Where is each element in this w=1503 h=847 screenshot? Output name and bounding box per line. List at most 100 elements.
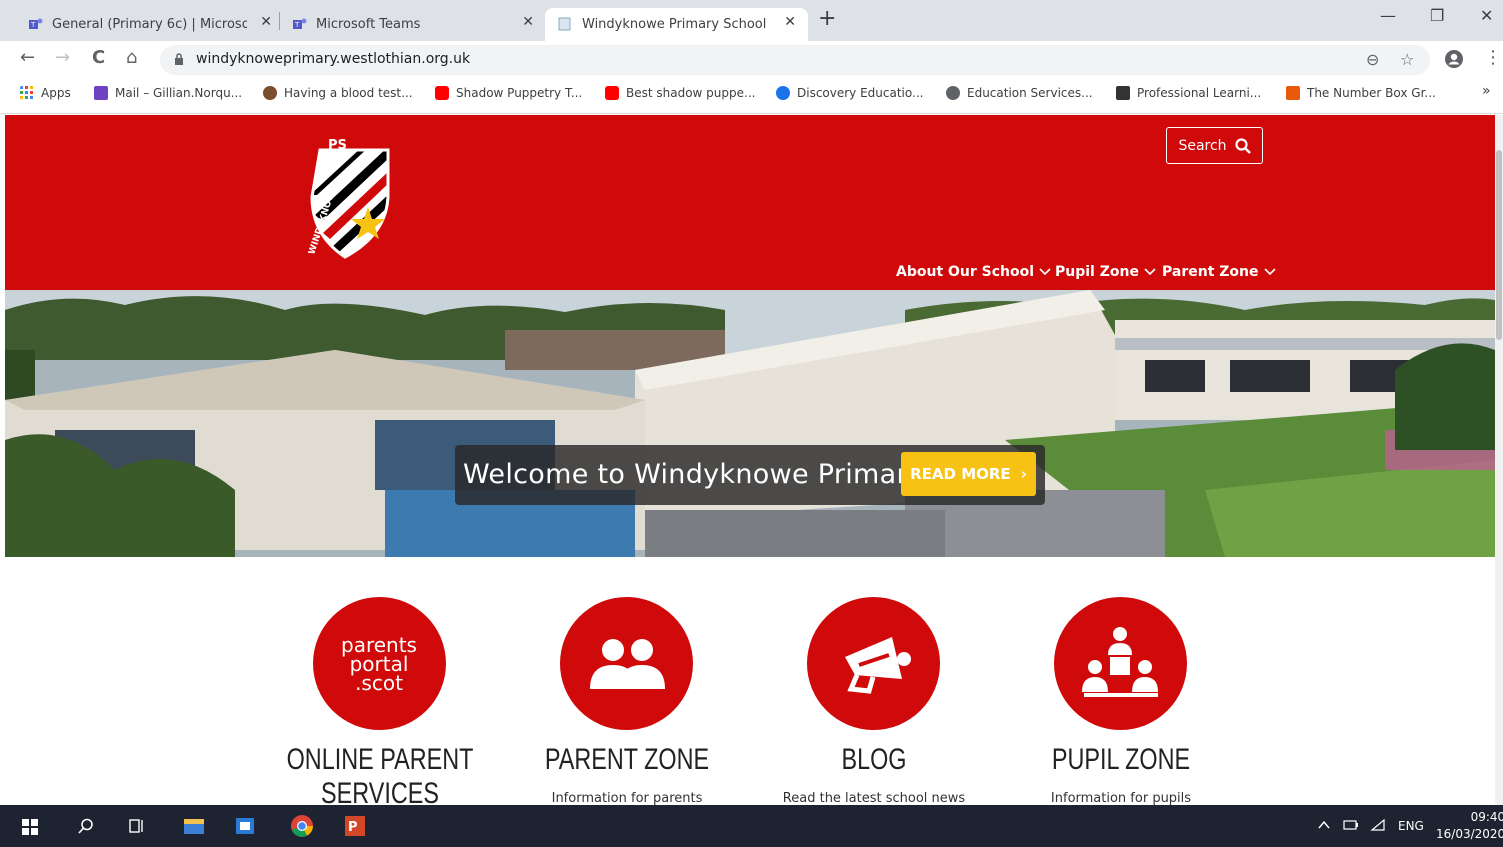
chevron-up-icon[interactable] (1318, 820, 1330, 830)
bookmark-discovery-education[interactable]: Discovery Educatio... (776, 86, 923, 100)
language-indicator[interactable]: ENG (1398, 819, 1424, 833)
chevron-right-icon: › (1020, 465, 1027, 483)
task-view-icon[interactable] (129, 818, 145, 834)
apps-grid-icon (20, 86, 33, 99)
tab-title: General (Primary 6c) | Microsoft T (52, 17, 247, 32)
close-tab-icon[interactable]: ✕ (522, 14, 534, 30)
pupil-zone-subtitle: Information for pupils (1050, 791, 1192, 805)
restore-button[interactable]: ❐ (1430, 6, 1444, 25)
close-tab-icon[interactable]: ✕ (260, 14, 272, 30)
browser-tab-strip: T General (Primary 6c) | Microsoft T ✕ T… (0, 0, 1503, 41)
tab-separator (279, 12, 280, 30)
bookmark-label: Education Services... (967, 86, 1093, 100)
bookmark-label: Shadow Puppetry T... (456, 86, 583, 100)
file-explorer-icon[interactable] (183, 816, 205, 836)
bookmark-mail[interactable]: Mail – Gillian.Norqu... (94, 86, 242, 100)
blog-title[interactable]: BLOG (773, 743, 976, 777)
close-tab-icon[interactable]: ✕ (784, 14, 796, 30)
youtube-icon (605, 86, 619, 100)
parent-zone-subtitle: Information for parents (551, 791, 703, 805)
profile-icon[interactable] (1444, 49, 1464, 69)
bookmarks-overflow-button[interactable]: » (1482, 83, 1491, 99)
tab-windyknowe-primary[interactable]: Windyknowe Primary School ✕ (545, 8, 808, 41)
classroom-icon (1082, 627, 1158, 697)
search-icon[interactable] (78, 818, 94, 834)
app-icon[interactable] (234, 816, 256, 836)
bookmark-apps[interactable]: Apps (20, 86, 71, 100)
bookmark-shadow-puppetry[interactable]: Shadow Puppetry T... (435, 86, 582, 100)
parent-zone-link[interactable] (560, 597, 693, 730)
minimize-button[interactable]: — (1380, 6, 1396, 25)
clock[interactable]: 09:40 16/03/2020 (1436, 809, 1503, 843)
number-box-icon (1286, 86, 1300, 100)
bookmark-label: Apps (41, 86, 71, 100)
teams-icon: T (29, 18, 43, 29)
search-icon (1234, 137, 1251, 154)
nav-parent-zone[interactable]: Parent Zone (1162, 264, 1277, 280)
address-bar[interactable]: windyknoweprimary.westlothian.org.uk ⊖ ☆ (160, 45, 1430, 75)
bookmark-label: Mail – Gillian.Norqu... (115, 86, 243, 100)
blood-test-icon (263, 86, 277, 100)
school-building-photo (5, 290, 1495, 557)
forward-button[interactable]: → (55, 47, 70, 68)
tab-teams-general[interactable]: T General (Primary 6c) | Microsoft T ✕ (26, 8, 276, 41)
zoom-icon[interactable]: ⊖ (1366, 50, 1379, 69)
url-text[interactable]: windyknoweprimary.westlothian.org.uk (196, 51, 470, 67)
reload-button[interactable]: C (92, 47, 105, 68)
parents-icon (590, 639, 665, 689)
bookmark-best-shadow-puppets[interactable]: Best shadow puppe... (605, 86, 755, 100)
chrome-icon[interactable] (290, 814, 314, 838)
chevron-down-icon (1144, 268, 1156, 276)
wifi-icon[interactable] (1370, 818, 1386, 832)
new-tab-button[interactable]: + (818, 6, 836, 31)
bookmark-label: Professional Learni... (1137, 86, 1262, 100)
megaphone-icon (845, 637, 911, 694)
globe-icon (776, 86, 790, 100)
school-logo[interactable]: PS WINDYKNOWE (290, 135, 390, 260)
pupil-zone-link[interactable] (1054, 597, 1187, 730)
welcome-text: Welcome to Windyknowe Primary (463, 459, 925, 490)
powerpoint-icon[interactable]: P (343, 814, 367, 838)
svg-text:P: P (348, 820, 358, 835)
online-parent-services-link[interactable]: parents portal .scot (313, 597, 446, 730)
bookmark-label: Best shadow puppe... (626, 86, 756, 100)
scrollbar-thumb[interactable] (1496, 150, 1502, 340)
close-window-button[interactable]: ✕ (1480, 6, 1493, 25)
bookmark-label: The Number Box Gr... (1307, 86, 1436, 100)
menu-icon[interactable]: ⋮ (1484, 47, 1502, 68)
online-parent-services-title[interactable]: ONLINE PARENT SERVICES (279, 743, 482, 805)
read-more-button[interactable]: READ MORE › (901, 452, 1036, 496)
browser-toolbar: ← → C ⌂ windyknoweprimary.westlothian.or… (0, 41, 1503, 78)
search-button[interactable]: Search (1166, 127, 1263, 164)
svg-text:.scot: .scot (355, 671, 403, 695)
bookmark-label: Discovery Educatio... (797, 86, 924, 100)
parent-zone-title[interactable]: PARENT ZONE (526, 743, 729, 777)
back-button[interactable]: ← (20, 47, 35, 68)
nav-about-our-school[interactable]: About Our School (896, 264, 1052, 280)
bookmarks-bar: Apps Mail – Gillian.Norqu... Having a bl… (0, 78, 1503, 114)
teams-icon: T (293, 18, 307, 29)
chevron-down-icon (1263, 268, 1276, 276)
bookmark-professional-learning[interactable]: Professional Learni... (1116, 86, 1261, 100)
home-button[interactable]: ⌂ (126, 47, 137, 68)
nav-label: Parent Zone (1162, 264, 1259, 280)
bookmark-number-box[interactable]: The Number Box Gr... (1286, 86, 1436, 100)
tab-title: Microsoft Teams (316, 17, 421, 32)
battery-icon[interactable] (1343, 819, 1359, 831)
bookmark-education-services[interactable]: Education Services... (946, 86, 1093, 100)
blog-link[interactable] (807, 597, 940, 730)
site-header: PS WINDYKNOWE Search About Our School Pu… (5, 115, 1495, 290)
bookmark-blood-test[interactable]: Having a blood test... (263, 86, 413, 100)
nav-pupil-zone[interactable]: Pupil Zone (1055, 264, 1157, 280)
mail-glow-icon (94, 86, 108, 100)
youtube-icon (435, 86, 449, 100)
bookmark-star-icon[interactable]: ☆ (1400, 50, 1414, 69)
read-more-label: READ MORE (910, 465, 1011, 483)
windows-start-icon[interactable] (22, 819, 38, 835)
web-page: PS WINDYKNOWE Search About Our School Pu… (5, 115, 1495, 805)
chevron-down-icon (1039, 268, 1051, 276)
search-label: Search (1178, 137, 1227, 154)
tab-microsoft-teams[interactable]: T Microsoft Teams ✕ (290, 8, 538, 41)
pupil-zone-title[interactable]: PUPIL ZONE (1020, 743, 1223, 777)
clock-date: 16/03/2020 (1436, 827, 1503, 841)
